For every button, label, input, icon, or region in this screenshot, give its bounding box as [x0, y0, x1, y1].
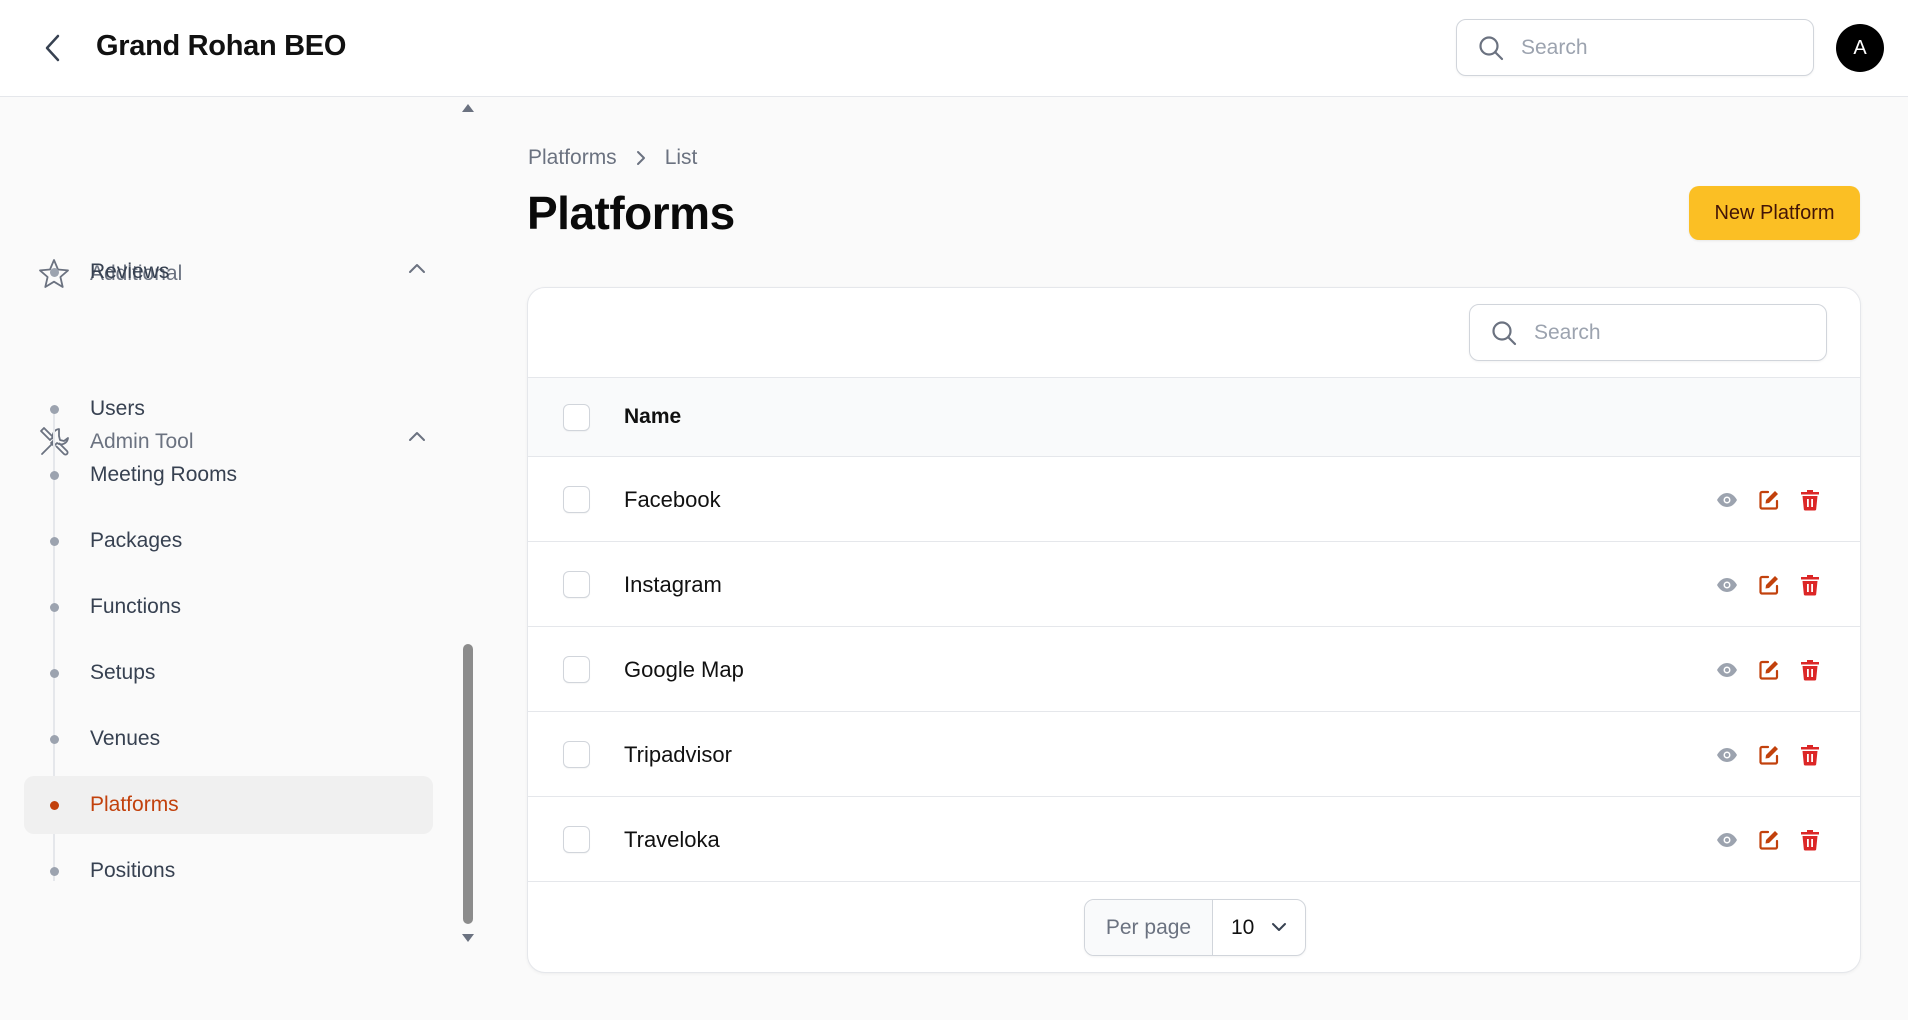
view-icon[interactable]: [1714, 827, 1740, 853]
sidebar-item-label: Positions: [90, 859, 176, 882]
sidebar-item-functions[interactable]: Functions: [24, 578, 433, 636]
bullet-icon: [50, 268, 59, 277]
edit-icon[interactable]: [1756, 827, 1782, 853]
row-checkbox[interactable]: [563, 486, 590, 513]
breadcrumb: Platforms List: [528, 146, 697, 170]
bullet-icon: [50, 471, 59, 480]
platforms-table-card: Name Facebook Instagram Google Map Tripa…: [527, 287, 1861, 973]
table-search[interactable]: [1469, 304, 1827, 361]
delete-icon[interactable]: [1797, 487, 1823, 513]
global-search[interactable]: [1456, 19, 1814, 76]
delete-icon[interactable]: [1797, 572, 1823, 598]
breadcrumb-current: List: [664, 146, 698, 169]
table-row: Traveloka: [528, 797, 1860, 882]
sidebar-item-label: Users: [90, 397, 145, 420]
row-checkbox[interactable]: [563, 826, 590, 853]
sidebar-item-label: Meeting Rooms: [90, 463, 238, 486]
per-page-select[interactable]: 10: [1213, 900, 1305, 955]
scroll-down-arrow-icon[interactable]: [462, 934, 474, 942]
sidebar-item-platforms[interactable]: Platforms: [24, 776, 433, 834]
delete-icon[interactable]: [1797, 742, 1823, 768]
breadcrumb-link-platforms[interactable]: Platforms: [528, 146, 617, 170]
bullet-icon: [50, 801, 59, 810]
avatar-initial: A: [1853, 36, 1867, 59]
table-header: Name: [528, 378, 1860, 457]
global-search-input[interactable]: [1521, 35, 1781, 60]
new-platform-button[interactable]: New Platform: [1689, 186, 1860, 240]
sidebar-item-packages[interactable]: Packages: [24, 512, 433, 570]
view-icon[interactable]: [1714, 572, 1740, 598]
table-row: Facebook: [528, 457, 1860, 542]
bullet-icon: [50, 405, 59, 414]
edit-icon[interactable]: [1756, 657, 1782, 683]
bullet-icon: [50, 537, 59, 546]
sidebar-item-label: Functions: [90, 595, 182, 618]
sidebar: Additional Reviews Admin Tool Users Meet…: [0, 98, 478, 1020]
row-checkbox[interactable]: [563, 741, 590, 768]
sidebar-item-venues[interactable]: Venues: [24, 710, 433, 768]
sidebar-item-label: Platforms: [90, 793, 179, 816]
sidebar-item-setups[interactable]: Setups: [24, 644, 433, 702]
bullet-icon: [50, 603, 59, 612]
per-page-control: Per page 10: [1084, 899, 1306, 956]
bullet-icon: [50, 867, 59, 876]
column-header-name[interactable]: Name: [624, 405, 681, 429]
delete-icon[interactable]: [1797, 827, 1823, 853]
top-bar: Grand Rohan BEO A: [0, 0, 1908, 97]
chevron-left-icon: [45, 34, 60, 62]
edit-icon[interactable]: [1756, 742, 1782, 768]
sidebar-item-users[interactable]: Users: [24, 380, 433, 438]
chevron-down-icon: [1272, 923, 1286, 931]
row-name: Google Map: [624, 657, 744, 682]
edit-icon[interactable]: [1756, 487, 1782, 513]
per-page-value: 10: [1231, 915, 1255, 939]
search-icon: [1479, 35, 1504, 60]
page-title: Platforms: [527, 187, 735, 239]
per-page-label: Per page: [1085, 900, 1213, 955]
row-name: Tripadvisor: [624, 742, 732, 767]
search-icon: [1492, 320, 1517, 345]
sidebar-item-meeting-rooms[interactable]: Meeting Rooms: [24, 446, 433, 504]
table-toolbar: [528, 288, 1860, 378]
table-row: Google Map: [528, 627, 1860, 712]
table-row: Instagram: [528, 542, 1860, 627]
sidebar-item-positions[interactable]: Positions: [24, 842, 433, 900]
avatar[interactable]: A: [1836, 24, 1884, 72]
sidebar-item-reviews[interactable]: Reviews: [24, 243, 433, 301]
sidebar-item-label: Packages: [90, 529, 183, 552]
view-icon[interactable]: [1714, 657, 1740, 683]
table-row: Tripadvisor: [528, 712, 1860, 797]
scrollbar-thumb[interactable]: [463, 644, 473, 924]
delete-icon[interactable]: [1797, 657, 1823, 683]
view-icon[interactable]: [1714, 742, 1740, 768]
sidebar-item-label: Setups: [90, 661, 156, 684]
row-name: Traveloka: [624, 827, 720, 852]
edit-icon[interactable]: [1756, 572, 1782, 598]
sidebar-item-label: Reviews: [90, 260, 170, 283]
row-name: Facebook: [624, 487, 721, 512]
bullet-icon: [50, 735, 59, 744]
chevron-right-icon: [635, 149, 647, 167]
bullet-icon: [50, 669, 59, 678]
view-icon[interactable]: [1714, 487, 1740, 513]
app-title: Grand Rohan BEO: [96, 30, 347, 62]
sidebar-item-label: Venues: [90, 727, 161, 750]
row-checkbox[interactable]: [563, 571, 590, 598]
table-search-input[interactable]: [1534, 320, 1794, 345]
row-checkbox[interactable]: [563, 656, 590, 683]
row-name: Instagram: [624, 572, 722, 597]
scroll-up-arrow-icon[interactable]: [462, 104, 474, 112]
select-all-checkbox[interactable]: [563, 404, 590, 431]
back-button[interactable]: [34, 28, 70, 68]
